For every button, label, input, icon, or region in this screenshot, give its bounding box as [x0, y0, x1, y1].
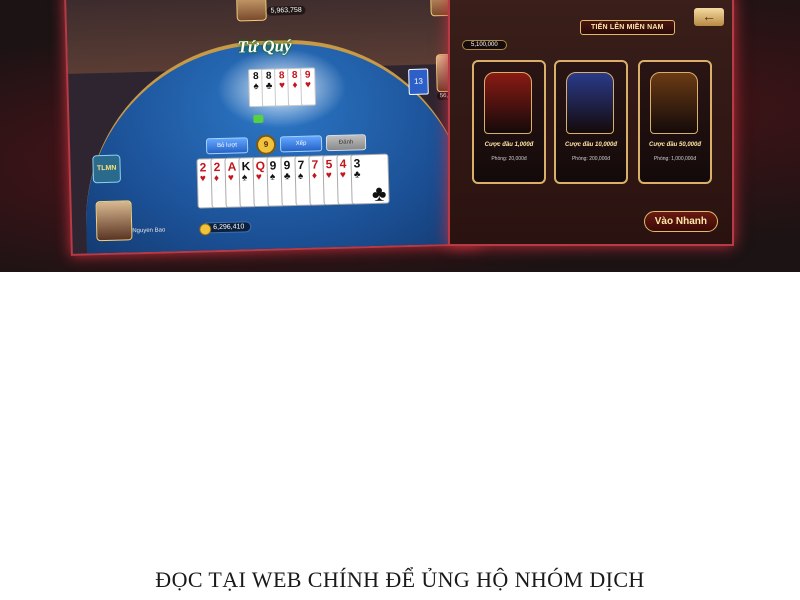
card-rank: 9 — [269, 158, 277, 173]
back-arrow-icon[interactable]: ← — [694, 8, 724, 26]
game-banner-image: 5,963,758 13 56,797,838 Tứ Quý 8♠8♣8♥8♦9… — [0, 0, 800, 272]
card-rank: 2 — [213, 159, 221, 175]
combo-title: Tứ Quý — [237, 36, 292, 57]
skip-turn-button[interactable]: Bỏ lượt — [205, 137, 249, 155]
game-lobby-window: 5,100,000 TIẾN LÊN MIỀN NAM ← Cược đầu 1… — [448, 0, 734, 246]
room-count: Phòng: 20,000đ — [491, 156, 527, 162]
player-coins: 6,296,410 — [199, 221, 252, 236]
room-count: Phòng: 200,000đ — [571, 156, 611, 162]
room-card-1[interactable]: Cược đầu 1,000đ Phòng: 20,000đ — [472, 60, 546, 184]
played-card: 9 ♥ — [300, 67, 317, 106]
card-rank: K — [241, 159, 251, 174]
card-suit-icon: ♣ — [353, 169, 361, 181]
footer-notice: ĐỌC TẠI WEB CHÍNH ĐỂ ỦNG HỘ NHÓM DỊCH — [155, 567, 645, 592]
green-gem-icon — [253, 114, 264, 124]
club-icon: ♣ — [371, 180, 387, 207]
hand-card[interactable]: 3 ♣ ♣ — [350, 153, 390, 207]
game-logo-icon: TLMN — [92, 154, 122, 184]
player-coins-value: 6,296,410 — [213, 223, 245, 232]
throne-blue-icon — [566, 72, 614, 134]
play-button[interactable]: Đánh — [325, 134, 367, 152]
card-game-table-window: 5,963,758 13 56,797,838 Tứ Quý 8♠8♣8♥8♦9… — [64, 0, 481, 256]
room-card-2[interactable]: Cược đầu 10,000đ Phòng: 200,000đ — [554, 60, 628, 184]
card-rank: Q — [255, 158, 266, 174]
quick-join-button[interactable]: Vào Nhanh — [643, 211, 718, 232]
card-rank: 7 — [311, 157, 319, 172]
card-suit-icon: ♥ — [304, 79, 312, 91]
top-player-avatar — [236, 0, 267, 22]
player-avatar — [95, 200, 133, 242]
room-count: Phòng: 1,000,000đ — [653, 156, 697, 162]
room-bet: Cược đầu 1,000đ — [484, 142, 534, 148]
card-rank: 7 — [297, 157, 305, 172]
lobby-title: TIẾN LÊN MIỀN NAM — [580, 20, 675, 35]
lobby-balance: 5,100,000 — [462, 40, 507, 50]
throne-gold-icon — [650, 72, 698, 134]
room-card-3[interactable]: Cược đầu 50,000đ Phòng: 1,000,000đ — [638, 60, 712, 184]
opponent-card-back: 13 — [408, 68, 429, 96]
throne-red-icon — [484, 72, 532, 134]
room-bet: Cược đầu 50,000đ — [649, 142, 701, 148]
room-bet: Cược đầu 10,000đ — [565, 142, 617, 148]
sort-button[interactable]: Xếp — [279, 135, 323, 153]
top-player-coins: 5,963,758 — [266, 5, 306, 16]
player-name: Nguyen Bao — [132, 227, 166, 235]
